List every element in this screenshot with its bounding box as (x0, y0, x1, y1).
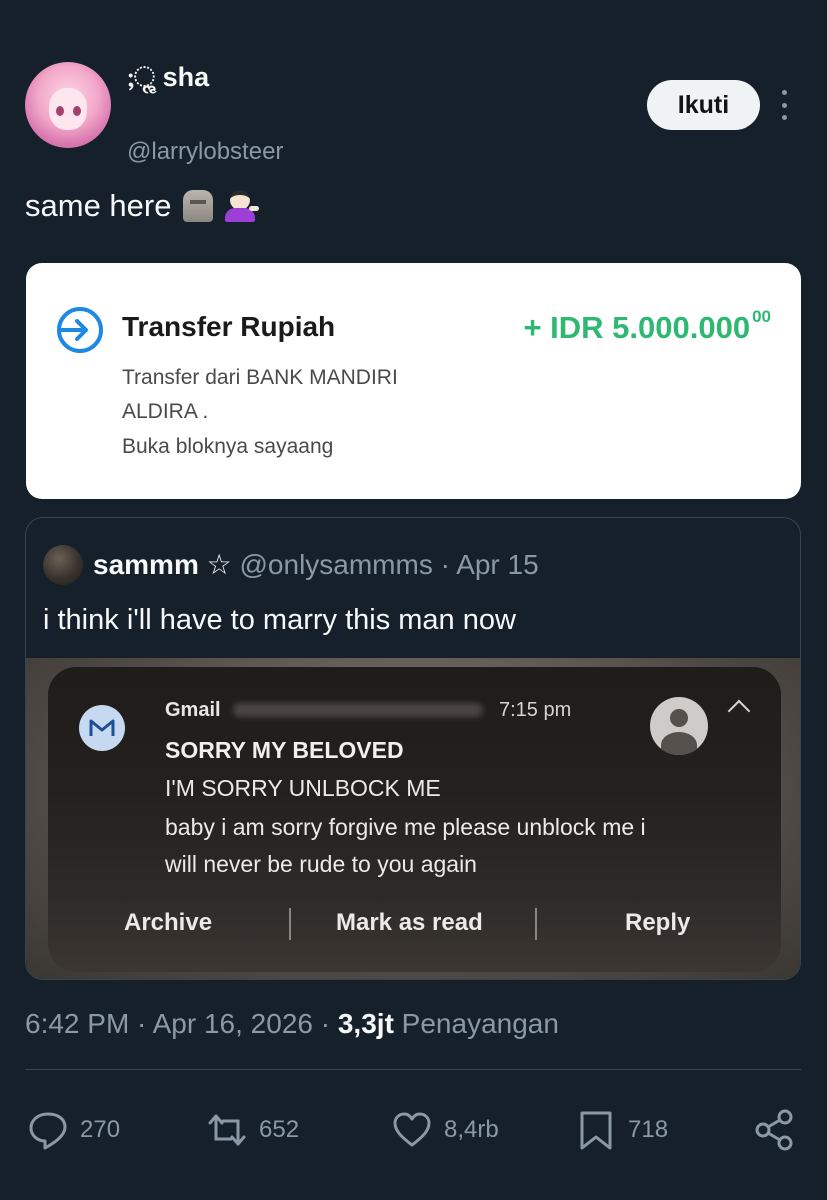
notification-body-line2: baby i am sorry forgive me please unbloc… (165, 814, 646, 840)
avatar-eye-right (73, 106, 81, 116)
notification-app-name: Gmail (165, 699, 221, 721)
reply-count: 270 (80, 1116, 121, 1143)
tipping-hand-woman-emoji-icon (225, 190, 260, 222)
quoted-tweet-header: sammm ☆ @onlysammms · Apr 15 (93, 548, 539, 581)
bookmark-button[interactable]: 718 (574, 1108, 668, 1152)
notification-subject: SORRY MY BELOVED (165, 737, 404, 763)
author-handle[interactable]: @larrylobsteer (127, 138, 283, 166)
transfer-amount: + IDR 5.000.000 00 (523, 307, 771, 345)
quoted-date[interactable]: Apr 15 (456, 549, 539, 580)
repost-button[interactable]: 652 (205, 1108, 299, 1152)
gmail-notification: Gmail 7:15 pm SORRY MY BELOVED I'M SORRY… (48, 667, 781, 972)
transfer-title: Transfer Rupiah (122, 311, 336, 342)
tweet-header: ;ૢ sha @larrylobsteer Ikuti (25, 62, 805, 165)
quoted-author-name[interactable]: sammm ☆ (93, 549, 232, 580)
avatar-eye-left (56, 106, 64, 116)
transfer-receipt-image[interactable]: Transfer Rupiah + IDR 5.000.000 00 Transf… (26, 263, 801, 499)
tweet-timestamp: 6:42 PM · Apr 16, 2026 · 3,3jt Penayanga… (25, 1008, 559, 1039)
views-count: 3,3jt (337, 1008, 394, 1039)
tweet-time[interactable]: 6:42 PM (25, 1008, 129, 1039)
divider (25, 1069, 801, 1070)
share-button[interactable] (752, 1108, 796, 1152)
blurred-email-address (233, 703, 483, 717)
follow-button[interactable]: Ikuti (647, 80, 760, 130)
like-button[interactable]: 8,4rb (390, 1108, 499, 1152)
tweet-text: same here (25, 188, 260, 224)
bookmark-count: 718 (628, 1116, 669, 1143)
author-avatar[interactable] (25, 62, 111, 148)
quoted-author-handle[interactable]: @onlysammms (240, 549, 433, 580)
notification-time: 7:15 pm (499, 699, 572, 721)
quoted-tweet[interactable]: sammm ☆ @onlysammms · Apr 15 i think i'l… (25, 517, 801, 980)
quoted-tweet-text: i think i'll have to marry this man now (43, 604, 516, 636)
reply-icon (29, 1112, 67, 1150)
share-icon (755, 1109, 793, 1151)
repost-count: 652 (259, 1116, 300, 1143)
repost-icon (208, 1114, 246, 1146)
author-display-name[interactable]: ;ૢ sha (127, 62, 209, 94)
tweet-text-content: same here (25, 188, 172, 223)
mark-as-read-action: Mark as read (336, 909, 483, 936)
contact-avatar-icon (650, 697, 708, 755)
heart-icon (393, 1112, 431, 1147)
archive-action: Archive (124, 909, 213, 936)
notification-body-line1: I'M SORRY UNLBOCK ME (165, 775, 441, 801)
transfer-arrow-icon (57, 307, 103, 353)
avatar-face (49, 88, 87, 130)
notification-actions: Archive Mark as read Reply (48, 903, 781, 947)
bookmark-icon (580, 1111, 612, 1150)
action-separator (535, 908, 537, 940)
reply-action: Reply (625, 909, 691, 936)
reply-button[interactable]: 270 (26, 1108, 120, 1152)
quoted-author-avatar[interactable] (43, 545, 83, 585)
more-options-icon[interactable] (777, 90, 791, 120)
action-separator (289, 908, 291, 940)
moai-emoji-icon (183, 190, 214, 222)
tweet-date[interactable]: Apr 16, 2026 (153, 1008, 313, 1039)
quoted-separator: · (440, 549, 450, 580)
transfer-sender-name: ALDIRA . (122, 400, 209, 423)
chevron-up-icon (727, 699, 751, 723)
views-label: Penayangan (401, 1008, 559, 1039)
engagement-bar: 270 652 8,4rb 718 (0, 1100, 827, 1160)
transfer-note: Buka bloknya sayaang (122, 435, 334, 458)
transfer-amount-cents: 00 (752, 307, 771, 326)
quoted-notification-screenshot[interactable]: Gmail 7:15 pm SORRY MY BELOVED I'M SORRY… (26, 658, 800, 979)
notification-body-line3: will never be rude to you again (165, 851, 477, 877)
transfer-source: Transfer dari BANK MANDIRI (122, 366, 398, 389)
like-count: 8,4rb (444, 1116, 499, 1143)
gmail-icon (79, 705, 125, 751)
